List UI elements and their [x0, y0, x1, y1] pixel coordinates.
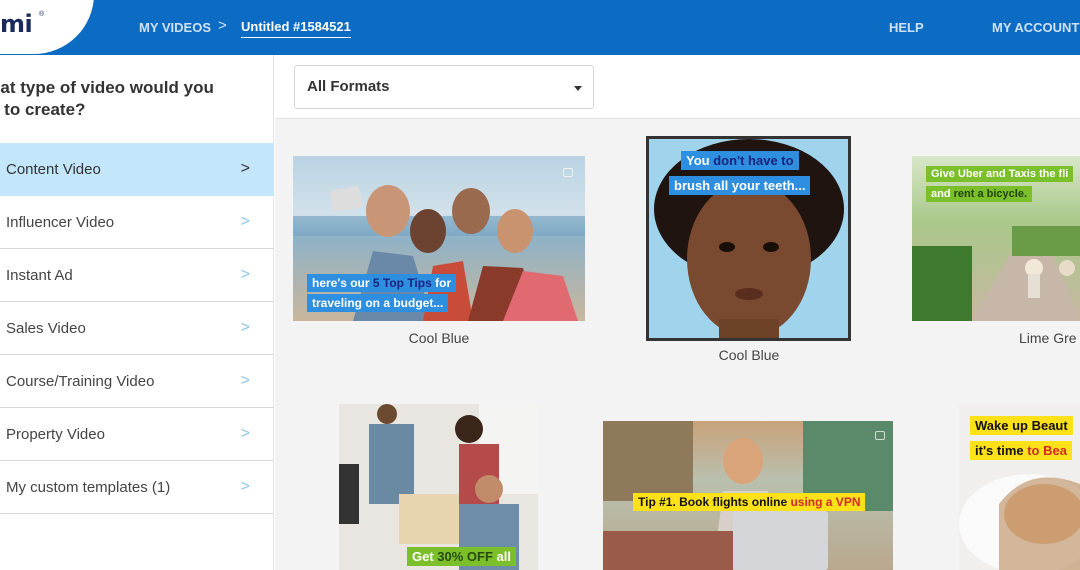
template-card-4[interactable]: Get 30% OFF all	[339, 404, 538, 570]
sidebar-question: hat type of video would you e to create?	[0, 77, 260, 121]
video-type-list: Content Video > Influencer Video > Insta…	[0, 143, 274, 514]
template-caption-line1: Give Uber and Taxis the fli	[926, 166, 1074, 182]
template-card-2[interactable]: You don't have to brush all your teeth..…	[646, 136, 852, 366]
template-card-5[interactable]: Tip #1. Book flights online using a VPN	[603, 421, 893, 570]
template-name: Cool Blue	[718, 347, 780, 363]
template-caption: Tip #1. Book flights online using a VPN	[633, 493, 866, 511]
template-caption-line2: traveling on a budget...	[307, 294, 449, 312]
filter-toolbar: All Formats	[275, 55, 1080, 119]
sidebar-item-label: Instant Ad	[6, 266, 73, 284]
chevron-right-icon: >	[240, 160, 250, 177]
template-thumbnail[interactable]: You don't have to brush all your teeth..…	[646, 136, 851, 341]
project-title[interactable]: Untitled #1584521	[241, 19, 351, 38]
sidebar-item-label: Course/Training Video	[6, 372, 155, 390]
template-gallery: All Formats here's our 5 Top Tips for tr…	[275, 55, 1080, 570]
sidebar-item-my-custom-templates[interactable]: My custom templates (1) >	[0, 461, 274, 514]
template-card-3[interactable]: Give Uber and Taxis the fli and rent a b…	[912, 156, 1080, 346]
template-caption-line2: and rent a bicycle.	[926, 186, 1032, 202]
template-caption-line2: it's time to Bea	[970, 441, 1072, 460]
chevron-right-icon: >	[240, 425, 250, 442]
template-caption-line1: here's our 5 Top Tips for	[307, 274, 457, 292]
chevron-right-icon: >	[240, 266, 250, 283]
duplicate-icon[interactable]	[875, 431, 885, 440]
sidebar-item-label: Sales Video	[6, 319, 86, 337]
template-thumbnail[interactable]: Get 30% OFF all	[339, 404, 538, 570]
sidebar-item-instant-ad[interactable]: Instant Ad >	[0, 249, 274, 302]
chevron-right-icon: >	[240, 372, 250, 389]
duplicate-icon[interactable]	[563, 168, 573, 177]
sidebar-item-label: My custom templates (1)	[6, 478, 171, 496]
template-thumbnail[interactable]: here's our 5 Top Tips for traveling on a…	[293, 156, 585, 321]
template-caption-line1: You don't have to	[681, 151, 799, 170]
registered-mark: ®	[39, 11, 45, 18]
sidebar-item-course-training-video[interactable]: Course/Training Video >	[0, 355, 274, 408]
nav-my-account[interactable]: MY ACCOUNT	[992, 20, 1079, 35]
template-card-6[interactable]: Wake up Beaut it's time to Bea	[959, 404, 1080, 570]
top-header: mi ® MY VIDEOS > Untitled #1584521 HELP …	[0, 0, 1080, 55]
sidebar: hat type of video would you e to create?…	[0, 55, 274, 570]
breadcrumb-separator: >	[218, 17, 227, 34]
template-thumbnail[interactable]: Give Uber and Taxis the fli and rent a b…	[912, 156, 1080, 321]
nav-my-videos[interactable]: MY VIDEOS	[139, 20, 211, 35]
sidebar-item-label: Property Video	[6, 425, 105, 443]
template-thumbnail[interactable]: Tip #1. Book flights online using a VPN	[603, 421, 893, 570]
sidebar-item-label: Content Video	[6, 160, 101, 178]
template-caption: Get 30% OFF all	[407, 547, 516, 566]
template-caption-line2: brush all your teeth...	[669, 176, 811, 195]
template-caption-line1: Wake up Beaut	[970, 416, 1073, 435]
template-card-1[interactable]: here's our 5 Top Tips for traveling on a…	[293, 156, 585, 346]
sidebar-question-line1: hat type of video would you	[0, 78, 214, 97]
caret-down-icon	[574, 86, 582, 91]
chevron-right-icon: >	[240, 319, 250, 336]
template-thumbnail[interactable]: Wake up Beaut it's time to Bea	[959, 404, 1080, 570]
chevron-right-icon: >	[240, 478, 250, 495]
sidebar-item-property-video[interactable]: Property Video >	[0, 408, 274, 461]
format-select[interactable]: All Formats	[294, 65, 594, 109]
nav-help[interactable]: HELP	[889, 20, 924, 35]
logo[interactable]: mi	[0, 10, 33, 38]
sidebar-item-content-video[interactable]: Content Video >	[0, 143, 274, 196]
template-name: Lime Gre	[1019, 330, 1077, 346]
sidebar-question-line2: e to create?	[0, 100, 86, 119]
sidebar-item-label: Influencer Video	[6, 213, 115, 231]
sidebar-item-sales-video[interactable]: Sales Video >	[0, 302, 274, 355]
thumbnail-image	[339, 404, 538, 570]
template-name: Cool Blue	[408, 330, 470, 346]
sidebar-item-influencer-video[interactable]: Influencer Video >	[0, 196, 274, 249]
chevron-right-icon: >	[240, 213, 250, 230]
format-select-value: All Formats	[307, 78, 390, 95]
